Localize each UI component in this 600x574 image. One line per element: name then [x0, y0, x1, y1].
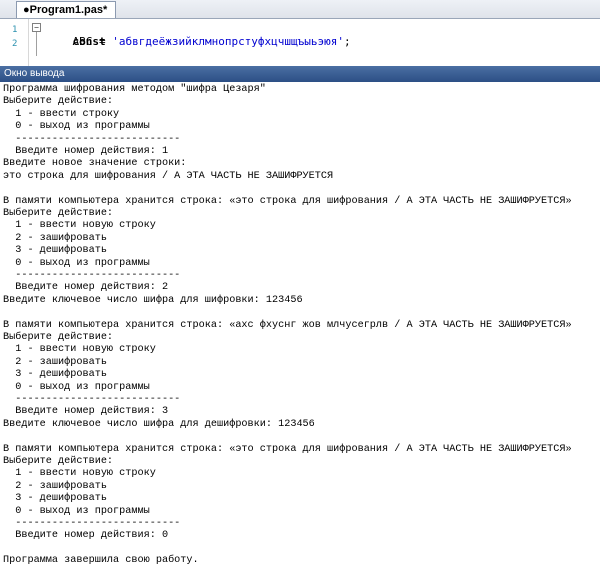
- code-line-2: ABC = 'абвгдеёжзийклмнопрстуфхцчшщъыьэюя…: [46, 35, 351, 48]
- output-line: 3 - дешифровать: [3, 369, 107, 381]
- tab-program1-pas[interactable]: ●Program1.pas*: [16, 1, 117, 18]
- output-line: это строка для шифрования / А ЭТА ЧАСТЬ …: [3, 170, 334, 182]
- output-line: 2 - зашифровать: [3, 356, 107, 368]
- output-line: Введите ключевое число шифра для дешифро…: [3, 418, 315, 430]
- output-line: 3 - дешифровать: [3, 245, 107, 257]
- output-line: 2 - зашифровать: [3, 480, 107, 492]
- output-line: 1 - ввести новую строку: [3, 220, 156, 232]
- output-line: Выберите действие:: [3, 96, 114, 108]
- statement-terminator: ;: [344, 35, 351, 48]
- fold-guide-line: [36, 32, 37, 56]
- output-window-title: Окно вывода: [0, 66, 600, 82]
- output-line: 1 - ввести новую строку: [3, 344, 156, 356]
- output-line: ---------------------------: [3, 270, 181, 281]
- output-line: 3 - дешифровать: [3, 493, 107, 505]
- output-line: Программа шифрования методом "шифра Цеза…: [3, 84, 266, 95]
- alphabet-string-literal: 'абвгдеёжзийклмнопрстуфхцчшщъыьэюя': [112, 35, 345, 48]
- output-line: Программа завершила свою работу.: [3, 555, 199, 567]
- output-line: Введите новое значение строки:: [3, 158, 187, 170]
- line-number-gutter: 1 2: [0, 19, 29, 66]
- fold-collapse-icon[interactable]: −: [32, 23, 41, 32]
- line-number: 2: [12, 39, 18, 49]
- output-line: Введите номер действия: 1: [3, 146, 169, 157]
- output-line: 2 - зашифровать: [3, 232, 107, 244]
- output-line: Введите ключевое число шифра для шифровк…: [3, 294, 303, 306]
- output-line: Введите номер действия: 0: [3, 530, 169, 542]
- tab-label: ●Program1.pas*: [23, 4, 108, 16]
- editor-tab-bar: ●Program1.pas*: [0, 0, 600, 19]
- output-window[interactable]: Программа шифрования методом "шифра Цеза…: [0, 84, 600, 574]
- output-line: Выберите действие:: [3, 456, 114, 467]
- output-line: Введите номер действия: 3: [3, 406, 169, 418]
- output-line: 1 - ввести новую строку: [3, 468, 156, 480]
- output-line: Введите номер действия: 2: [3, 282, 169, 294]
- output-line: ---------------------------: [3, 518, 181, 529]
- output-line: В памяти компьютера хранится строка: «эт…: [3, 195, 572, 207]
- code-editor[interactable]: 1 2 − const ABC = 'абвгдеёжзийклмнопрсту…: [0, 19, 600, 66]
- output-line: ---------------------------: [3, 394, 181, 405]
- line-number: 1: [12, 25, 18, 35]
- output-line: 0 - выход из программы: [3, 381, 150, 393]
- output-line: 1 - ввести строку: [3, 108, 120, 120]
- constant-declaration: ABC =: [46, 35, 113, 48]
- output-line: 0 - выход из программы: [3, 257, 150, 269]
- output-line: В памяти компьютера хранится строка: «эт…: [3, 443, 572, 455]
- output-line: 0 - выход из программы: [3, 121, 150, 133]
- output-line: 0 - выход из программы: [3, 505, 150, 517]
- output-line: В памяти компьютера хранится строка: «ах…: [3, 319, 572, 331]
- output-line: ---------------------------: [3, 133, 181, 145]
- output-line: Выберите действие:: [3, 208, 114, 219]
- output-line: Выберите действие:: [3, 332, 114, 343]
